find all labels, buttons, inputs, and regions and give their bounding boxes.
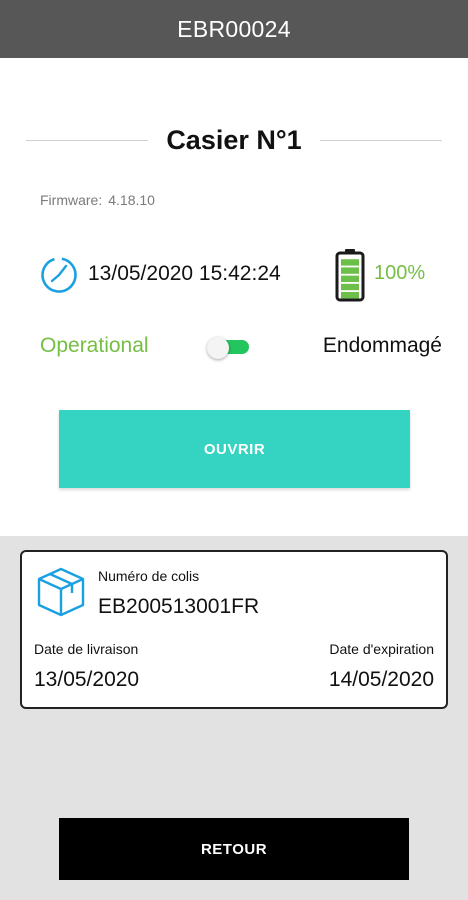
divider-right [319, 139, 442, 141]
battery-bar [341, 259, 359, 266]
back-button[interactable]: RETOUR [59, 818, 409, 880]
status-operational-label: Operational [40, 334, 149, 357]
locker-panel: Casier N°1 Firmware: 4.18.10 13/05/2020 1… [0, 58, 468, 536]
parcel-section: Numéro de colis EB200513001FR Date de li… [0, 536, 468, 900]
battery-full-icon [335, 249, 365, 302]
delivery-date-label: Date de livraison [34, 641, 139, 657]
delivery-date-value: 13/05/2020 [34, 668, 140, 691]
firmware-info: Firmware: 4.18.10 [40, 192, 155, 208]
locker-title-row: Casier N°1 [26, 118, 442, 162]
open-button[interactable]: OUVRIR [59, 410, 410, 488]
battery-bar [341, 275, 359, 282]
locker-title: Casier N°1 [166, 124, 302, 155]
firmware-label: Firmware: [40, 192, 103, 208]
parcel-number-label: Numéro de colis [98, 568, 200, 584]
package-box-icon [37, 567, 85, 617]
expiry-date-label: Date d'expiration [329, 641, 434, 657]
device-id-title: EBR00024 [177, 15, 291, 42]
parcel-number-value: EB200513001FR [98, 595, 260, 618]
clock-icon [41, 257, 77, 293]
parcel-card: Numéro de colis EB200513001FR Date de li… [20, 550, 448, 709]
app-bar: EBR00024 [0, 0, 468, 58]
expiry-date-value: 14/05/2020 [328, 668, 434, 691]
divider-left [26, 139, 149, 141]
toggle-knob [207, 337, 229, 359]
firmware-value: 4.18.10 [108, 192, 155, 208]
battery-bar [341, 267, 359, 274]
status-toggle[interactable] [207, 337, 251, 359]
battery-percent: 100% [374, 262, 426, 284]
battery-bar [341, 283, 359, 291]
locker-datetime: 13/05/2020 15:42:24 [88, 262, 281, 285]
status-damaged-label: Endommagé [322, 334, 442, 357]
battery-bar [341, 292, 359, 299]
